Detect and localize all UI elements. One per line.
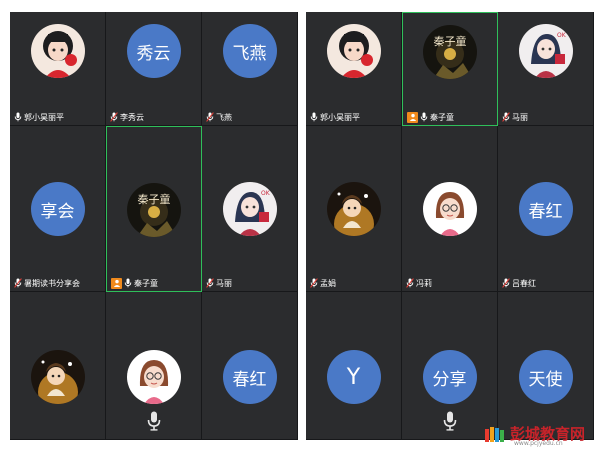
- participant-label: 马丽: [206, 277, 232, 289]
- mic-icon[interactable]: [124, 278, 132, 288]
- mic-muted-icon[interactable]: [110, 112, 118, 122]
- participant-label: 飞燕: [206, 111, 232, 123]
- participant-avatar: 飞燕: [222, 24, 277, 78]
- participant-tile[interactable]: 郭小昊丽平: [306, 12, 402, 126]
- avatar-cartoon-girl-icon: [326, 182, 381, 236]
- avatar-glasses-girl-icon: [126, 350, 181, 404]
- watermark: 彭城教育网 www.pcjyedu.cn: [484, 422, 600, 450]
- participant-avatar: 秀云: [126, 24, 181, 78]
- book-logo-icon: [485, 427, 504, 442]
- participant-name: 暑期读书分享会: [24, 278, 80, 288]
- watermark-url: www.pcjyedu.cn: [514, 440, 563, 447]
- video-grid-left: 郭小昊丽平 秀云 李秀云 飞燕 飞燕 享会 暑期读书分享会 秦子童 秦子童 OK 马丽 春红: [10, 12, 298, 440]
- participant-name: 李秀云: [120, 112, 144, 122]
- participant-tile[interactable]: OK 马丽: [202, 126, 298, 292]
- mic-icon[interactable]: [14, 112, 22, 122]
- participant-tile[interactable]: Y: [306, 292, 402, 440]
- participant-avatar: 春红: [222, 350, 277, 404]
- mic-muted-icon[interactable]: [502, 278, 510, 288]
- mic-muted-icon[interactable]: [206, 278, 214, 288]
- participant-name: 飞燕: [216, 112, 232, 122]
- participant-tile[interactable]: 冯莉: [402, 126, 498, 292]
- participant-tile[interactable]: [106, 292, 202, 440]
- participant-avatar: 天使: [518, 350, 573, 404]
- avatar-glasses-girl-icon: [422, 182, 477, 236]
- avatar-girl-red-icon: [30, 24, 85, 78]
- participant-label: 马丽: [502, 111, 528, 123]
- participant-label: 孟娟: [310, 277, 336, 289]
- participant-tile[interactable]: 天使: [498, 292, 594, 440]
- svg-text:秦子童: 秦子童: [434, 34, 467, 48]
- participant-name: 孟娟: [320, 278, 336, 288]
- participant-label: 郭小昊丽平: [14, 111, 64, 123]
- participant-avatar: 享会: [30, 182, 85, 236]
- mic-muted-icon[interactable]: [502, 112, 510, 122]
- participant-label: 秦子童: [111, 277, 158, 289]
- host-icon: [111, 277, 122, 289]
- video-grid-right: 郭小昊丽平 秦子童 秦子童 OK 马丽 孟娟 冯莉 春红 吕春红 Y 分享 天使: [306, 12, 594, 440]
- participant-name: 秦子童: [430, 112, 454, 122]
- microphone-icon[interactable]: [443, 411, 457, 431]
- avatar-cartoon-girl-icon: [30, 350, 85, 404]
- participant-name: 吕春红: [512, 278, 536, 288]
- avatar-night-text-icon: 秦子童: [127, 183, 181, 237]
- avatar-girl-red-icon: [326, 24, 381, 78]
- participant-name: 郭小昊丽平: [24, 112, 64, 122]
- participant-tile[interactable]: 秀云李秀云: [106, 12, 202, 126]
- participant-tile[interactable]: 飞燕 飞燕: [202, 12, 298, 126]
- participant-label: 冯莉: [406, 277, 432, 289]
- mic-icon[interactable]: [420, 112, 428, 122]
- participant-tile[interactable]: 郭小昊丽平: [10, 12, 106, 126]
- participant-tile[interactable]: 秦子童 秦子童: [106, 126, 202, 292]
- mic-muted-icon[interactable]: [310, 278, 318, 288]
- avatar-anime-girl-icon: OK: [518, 24, 573, 78]
- participant-tile[interactable]: 秦子童 秦子童: [402, 12, 498, 126]
- mic-muted-icon[interactable]: [206, 112, 214, 122]
- participant-tile[interactable]: 享会暑期读书分享会: [10, 126, 106, 292]
- participant-tile[interactable]: 分享: [402, 292, 498, 440]
- participant-tile[interactable]: OK 马丽: [498, 12, 594, 126]
- participant-tile[interactable]: 春红吕春红: [498, 126, 594, 292]
- mic-muted-icon[interactable]: [14, 278, 22, 288]
- participant-tile[interactable]: 春红: [202, 292, 298, 440]
- participant-label: 吕春红: [502, 277, 536, 289]
- participant-label: 李秀云: [110, 111, 144, 123]
- avatar-night-text-icon: 秦子童: [423, 25, 477, 79]
- participant-name: 马丽: [216, 278, 232, 288]
- participant-label: 郭小昊丽平: [310, 111, 360, 123]
- host-icon: [407, 111, 418, 123]
- microphone-icon[interactable]: [147, 411, 161, 431]
- participant-avatar: 分享: [422, 350, 477, 404]
- mic-muted-icon[interactable]: [406, 278, 414, 288]
- participant-avatar: Y: [326, 350, 381, 404]
- svg-text:OK: OK: [557, 32, 567, 39]
- participant-tile[interactable]: [10, 292, 106, 440]
- participant-label: 秦子童: [407, 111, 454, 123]
- mic-icon[interactable]: [310, 112, 318, 122]
- participant-name: 郭小昊丽平: [320, 112, 360, 122]
- participant-tile[interactable]: 孟娟: [306, 126, 402, 292]
- svg-text:OK: OK: [261, 190, 271, 197]
- participant-label: 暑期读书分享会: [14, 277, 80, 289]
- participant-name: 马丽: [512, 112, 528, 122]
- avatar-anime-girl-icon: OK: [222, 182, 277, 236]
- participant-name: 秦子童: [134, 278, 158, 288]
- participant-avatar: 春红: [518, 182, 573, 236]
- participant-name: 冯莉: [416, 278, 432, 288]
- svg-text:秦子童: 秦子童: [138, 192, 171, 206]
